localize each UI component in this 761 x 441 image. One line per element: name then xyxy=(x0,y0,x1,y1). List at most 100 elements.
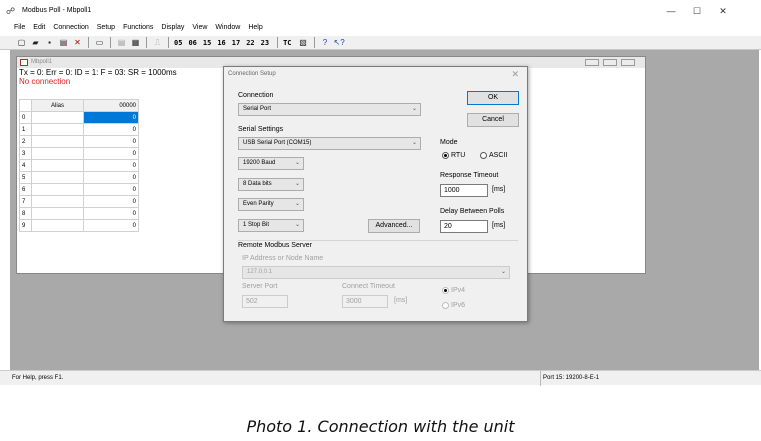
row-number: 8 xyxy=(19,207,32,220)
ip-select[interactable]: 127.0.0.1 ⌄ xyxy=(242,266,510,279)
menu-display[interactable]: Display xyxy=(161,24,184,36)
menu-setup[interactable]: Setup xyxy=(97,24,115,36)
dialog-close-icon[interactable]: ✕ xyxy=(511,69,519,80)
radio-selected-icon xyxy=(442,152,449,159)
window-icon[interactable]: ▭ xyxy=(94,38,105,48)
mode-label: Mode xyxy=(440,139,458,146)
menu-connection[interactable]: Connection xyxy=(53,24,88,36)
menu-file[interactable]: File xyxy=(14,24,25,36)
context-help-icon[interactable]: ↖? xyxy=(334,38,345,48)
menu-help[interactable]: Help xyxy=(248,24,262,36)
fc-16-button[interactable]: 16 xyxy=(217,39,225,47)
minimize-button[interactable]: — xyxy=(664,6,678,16)
alias-cell[interactable] xyxy=(31,135,84,148)
alias-cell[interactable] xyxy=(31,183,84,196)
table-row: 8 0 xyxy=(19,207,139,220)
value-cell[interactable]: 0 xyxy=(83,183,139,196)
fc-22-button[interactable]: 22 xyxy=(246,39,254,47)
connect-timeout-input[interactable]: 3000 xyxy=(342,295,388,308)
fc-05-button[interactable]: 05 xyxy=(174,39,182,47)
alias-cell[interactable] xyxy=(31,207,84,220)
mode-rtu-radio[interactable]: RTU xyxy=(442,152,465,159)
modbus-app-icon: ☍ xyxy=(6,6,16,16)
value-cell[interactable]: 0 xyxy=(83,171,139,184)
chevron-down-icon: ⌄ xyxy=(294,160,300,166)
title-bar: ☍ Modbus Poll - Mbpoll1 — ☐ ✕ xyxy=(0,0,761,22)
value-cell[interactable]: 0 xyxy=(83,147,139,160)
table-row: 1 0 xyxy=(19,123,139,136)
connect-timeout-label: Connect Timeout xyxy=(342,283,395,290)
server-port-input[interactable]: 502 xyxy=(242,295,288,308)
table-row: 7 0 xyxy=(19,195,139,208)
chevron-down-icon: ⌄ xyxy=(294,201,300,207)
alias-cell[interactable] xyxy=(31,123,84,136)
print-icon[interactable]: ▤ xyxy=(58,38,69,48)
child-restore-button[interactable] xyxy=(603,59,617,66)
menu-window[interactable]: Window xyxy=(215,24,240,36)
databits-select[interactable]: 8 Data bits ⌄ xyxy=(238,178,304,191)
value-cell[interactable]: 0 xyxy=(83,111,139,124)
new-file-icon[interactable]: ▢ xyxy=(16,38,27,48)
alias-cell[interactable] xyxy=(31,147,84,160)
delete-icon[interactable]: ✕ xyxy=(72,38,83,48)
value-cell[interactable]: 0 xyxy=(83,159,139,172)
value-cell[interactable]: 0 xyxy=(83,135,139,148)
row-number: 5 xyxy=(19,171,32,184)
tc-button[interactable]: TC xyxy=(283,39,291,47)
value-cell[interactable]: 0 xyxy=(83,219,139,232)
fc-15-button[interactable]: 15 xyxy=(203,39,211,47)
stopbit-value: 1 Stop Bit xyxy=(243,222,270,228)
child-minimize-button[interactable] xyxy=(585,59,599,66)
row-number: 1 xyxy=(19,123,32,136)
mode-rtu-label: RTU xyxy=(451,152,466,159)
value-cell[interactable]: 0 xyxy=(83,195,139,208)
ipv4-radio[interactable]: IPv4 xyxy=(442,287,465,294)
value-cell[interactable]: 0 xyxy=(83,123,139,136)
parity-select[interactable]: Even Parity ⌄ xyxy=(238,198,304,211)
row-number: 6 xyxy=(19,183,32,196)
traffic-icon[interactable]: ▧ xyxy=(298,38,309,48)
value-cell[interactable]: 0 xyxy=(83,207,139,220)
open-folder-icon[interactable]: ▰ xyxy=(30,38,41,48)
close-button[interactable]: ✕ xyxy=(716,6,730,17)
maximize-button[interactable]: ☐ xyxy=(690,6,704,17)
mode-ascii-radio[interactable]: ASCII xyxy=(480,152,507,159)
fc-17-button[interactable]: 17 xyxy=(232,39,240,47)
radio-icon xyxy=(442,302,449,309)
chevron-down-icon: ⌄ xyxy=(294,181,300,187)
response-timeout-input[interactable]: 1000 xyxy=(440,184,488,197)
read-icon[interactable]: ⎍ xyxy=(152,38,163,48)
help-icon[interactable]: ? xyxy=(320,38,331,48)
menu-functions[interactable]: Functions xyxy=(123,24,153,36)
save-icon[interactable]: ▪ xyxy=(44,38,55,48)
menu-view[interactable]: View xyxy=(192,24,207,36)
child-close-button[interactable] xyxy=(621,59,635,66)
child-title: Mbpoll1 xyxy=(31,59,53,65)
remote-server-label: Remote Modbus Server xyxy=(238,242,312,249)
ipv4-label: IPv4 xyxy=(451,287,466,294)
menu-edit[interactable]: Edit xyxy=(33,24,45,36)
ipv6-radio[interactable]: IPv6 xyxy=(442,302,465,309)
connection-select[interactable]: Serial Port ⌄ xyxy=(238,103,421,116)
alias-cell[interactable] xyxy=(31,195,84,208)
alias-cell[interactable] xyxy=(31,159,84,172)
cancel-button[interactable]: Cancel xyxy=(467,113,519,127)
server-port-label: Server Port xyxy=(242,283,278,290)
ok-button[interactable]: OK xyxy=(467,91,519,105)
register-grid: Alias 00000 0 0 1 0 2 0 3 0 4 0 5 0 6 0 … xyxy=(19,99,139,232)
connect-timeout-unit: [ms] xyxy=(394,297,408,304)
printer-icon[interactable]: ▦ xyxy=(130,38,141,48)
row-number: 9 xyxy=(19,219,32,232)
fc-23-button[interactable]: 23 xyxy=(261,39,269,47)
advanced-button[interactable]: Advanced... xyxy=(368,219,420,233)
alias-cell[interactable] xyxy=(31,111,84,124)
stopbit-select[interactable]: 1 Stop Bit ⌄ xyxy=(238,219,304,232)
port-select[interactable]: USB Serial Port (COM15) ⌄ xyxy=(238,137,421,150)
delay-input[interactable]: 20 xyxy=(440,220,488,233)
alias-cell[interactable] xyxy=(31,219,84,232)
print-preview-icon[interactable]: ▤ xyxy=(116,38,127,48)
fc-06-button[interactable]: 06 xyxy=(188,39,196,47)
alias-cell[interactable] xyxy=(31,171,84,184)
baud-select[interactable]: 19200 Baud ⌄ xyxy=(238,157,304,170)
radio-icon xyxy=(480,152,487,159)
